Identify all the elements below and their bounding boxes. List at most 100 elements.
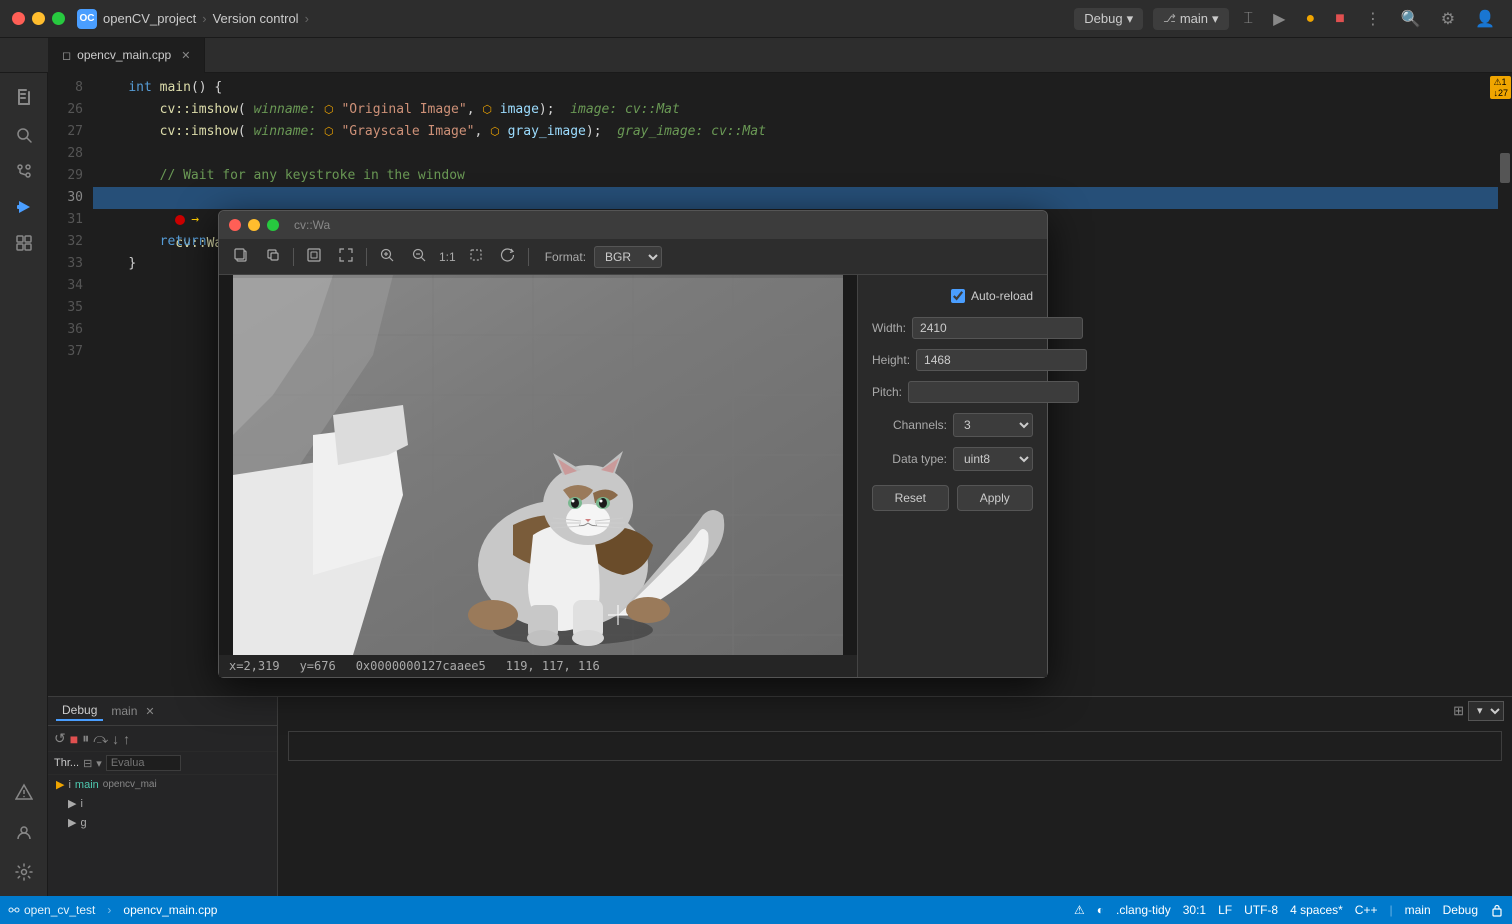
status-mode: Debug xyxy=(1443,903,1478,917)
thread-dropdown-icon[interactable]: ▾ xyxy=(96,757,102,770)
minimize-button[interactable] xyxy=(32,12,45,25)
version-control-label[interactable]: Version control xyxy=(213,11,299,26)
pitch-input[interactable] xyxy=(908,381,1079,403)
data-type-select[interactable]: uint8 uint16 float32 float64 xyxy=(953,447,1033,471)
frame-name: main xyxy=(75,779,99,791)
debug-main-icon-btn[interactable]: ⊞ xyxy=(1453,703,1464,719)
width-input[interactable] xyxy=(912,317,1083,339)
frame-item-g[interactable]: ▶ g xyxy=(48,813,277,832)
branch-button[interactable]: ⎇ main ▾ xyxy=(1153,8,1228,30)
debug-view-select[interactable]: ▾ xyxy=(1468,701,1504,721)
step-into-btn[interactable]: ↓ xyxy=(112,731,119,747)
stop-debug-btn[interactable]: ■ xyxy=(70,731,78,747)
status-lang[interactable]: C++ xyxy=(1355,903,1378,917)
project-name[interactable]: openCV_project xyxy=(103,11,196,26)
toolbar-sep-2 xyxy=(366,248,367,266)
auto-reload-checkbox[interactable] xyxy=(951,289,965,303)
files-icon[interactable] xyxy=(8,81,40,113)
debug-input-area[interactable] xyxy=(288,731,1502,761)
code-line-30: → cv::Wa xyxy=(93,187,1498,209)
status-indent[interactable]: 4 spaces* xyxy=(1290,903,1343,917)
status-circle: ◐ xyxy=(1097,903,1104,917)
source-control-sidebar-icon[interactable] xyxy=(8,155,40,187)
format-select[interactable]: BGR RGB GRAY xyxy=(594,246,662,268)
channels-row: Channels: 3 1 2 4 xyxy=(872,413,1033,437)
frame-item-main[interactable]: ▶ i main opencv_mai xyxy=(48,775,277,794)
status-position[interactable]: 30:1 xyxy=(1183,903,1206,917)
image-viewer: cv::Wa 1:1 Format: B xyxy=(218,210,1048,678)
warning-sidebar-icon[interactable] xyxy=(8,776,40,808)
account-sidebar-icon[interactable] xyxy=(8,816,40,848)
debug-panel: Debug main ✕ ↺ ■ ⏸ ⤼ ↓ ↑ Thr... ⊟ ▾ xyxy=(48,696,1512,896)
status-clang[interactable]: .clang-tidy xyxy=(1116,903,1171,917)
title-bar: OC openCV_project › Version control › De… xyxy=(0,0,1512,38)
viewer-minimize-btn[interactable] xyxy=(248,219,260,231)
zoom-out-tool-btn[interactable] xyxy=(407,245,431,268)
settings-sidebar-icon[interactable] xyxy=(8,856,40,888)
more-icon-btn[interactable]: ⋮ xyxy=(1360,7,1386,31)
zoom-level: 1:1 xyxy=(439,250,456,264)
maximize-button[interactable] xyxy=(52,12,65,25)
status-encoding[interactable]: UTF-8 xyxy=(1244,903,1278,917)
sidebar-icons xyxy=(0,73,48,896)
settings-icon-btn[interactable]: ⚙ xyxy=(1436,7,1460,31)
step-out-btn[interactable]: ↑ xyxy=(123,731,130,747)
apply-button[interactable]: Apply xyxy=(957,485,1034,511)
filter-icon[interactable]: ⊟ xyxy=(83,757,92,770)
extensions-sidebar-icon[interactable] xyxy=(8,227,40,259)
debug-tab-close-icon[interactable]: ✕ xyxy=(145,705,154,718)
zoom-in-tool-btn[interactable] xyxy=(375,245,399,268)
thread-label: Thr... xyxy=(54,757,79,769)
crop-tool-btn[interactable] xyxy=(464,245,488,268)
height-label: Height: xyxy=(872,353,910,367)
reset-button[interactable]: Reset xyxy=(872,485,949,511)
search-sidebar-icon[interactable] xyxy=(8,119,40,151)
tab-close-icon[interactable]: ✕ xyxy=(181,49,190,62)
evaluate-input[interactable] xyxy=(106,755,181,771)
debug-button[interactable]: Debug ▾ xyxy=(1074,8,1143,30)
data-type-row: Data type: uint8 uint16 float32 float64 xyxy=(872,447,1033,471)
debug-tab-debug[interactable]: Debug xyxy=(56,701,103,721)
frame-item-i[interactable]: ▶ i xyxy=(48,794,277,813)
search-icon-btn[interactable]: 🔍 xyxy=(1396,7,1426,31)
fit-tool-btn[interactable] xyxy=(302,245,326,268)
height-input[interactable] xyxy=(916,349,1087,371)
account-icon-btn[interactable]: 👤 xyxy=(1470,7,1500,31)
status-project[interactable]: open_cv_test xyxy=(8,903,95,917)
frame-file: opencv_mai xyxy=(103,779,157,790)
channels-label: Channels: xyxy=(872,418,947,432)
debug-sidebar: Debug main ✕ ↺ ■ ⏸ ⤼ ↓ ↑ Thr... ⊟ ▾ xyxy=(48,697,278,896)
editor-scrollbar[interactable]: ⚠1 ↓27 xyxy=(1498,73,1512,696)
expand-tool-btn[interactable] xyxy=(334,245,358,268)
scroll-thumb[interactable] xyxy=(1500,153,1510,183)
status-sep2: | xyxy=(1389,903,1392,917)
status-file[interactable]: opencv_main.cpp xyxy=(123,903,217,917)
reload-tool-btn[interactable] xyxy=(496,245,520,268)
debug-tab-main[interactable]: main xyxy=(105,702,143,720)
viewer-toolbar: 1:1 Format: BGR RGB GRAY xyxy=(219,239,1047,275)
cursor-icon-btn[interactable]: ⌶ xyxy=(1239,8,1259,30)
debug-main-area: ⊞ ▾ xyxy=(278,697,1512,896)
status-lf[interactable]: LF xyxy=(1218,903,1232,917)
debug-controls: ↺ ■ ⏸ ⤼ ↓ ↑ xyxy=(48,726,277,752)
thread-bar: Thr... ⊟ ▾ xyxy=(48,752,277,775)
duplicate-tool-btn[interactable] xyxy=(261,245,285,268)
pixel-y: y=676 xyxy=(300,659,336,673)
close-button[interactable] xyxy=(12,12,25,25)
restart-debug-btn[interactable]: ↺ xyxy=(54,730,66,747)
record-icon-btn[interactable]: ■ xyxy=(1330,8,1350,30)
viewer-close-btn[interactable] xyxy=(229,219,241,231)
profile-icon-btn[interactable]: ● xyxy=(1300,8,1320,30)
width-label: Width: xyxy=(872,321,906,335)
step-over-btn[interactable]: ⤼ xyxy=(93,730,108,747)
status-branch: main xyxy=(1405,903,1431,917)
run-icon-btn[interactable]: ▶ xyxy=(1268,7,1290,31)
channels-select[interactable]: 3 1 2 4 xyxy=(953,413,1033,437)
viewer-maximize-btn[interactable] xyxy=(267,219,279,231)
copy-tool-btn[interactable] xyxy=(229,245,253,268)
image-container[interactable] xyxy=(219,275,857,655)
file-tab[interactable]: ◻ opencv_main.cpp ✕ xyxy=(48,38,205,73)
viewer-status-bar: x=2,319 y=676 0x0000000127caaee5 119, 11… xyxy=(219,655,857,677)
debug-sidebar-icon[interactable] xyxy=(8,191,40,223)
pause-debug-btn[interactable]: ⏸ xyxy=(82,730,89,747)
